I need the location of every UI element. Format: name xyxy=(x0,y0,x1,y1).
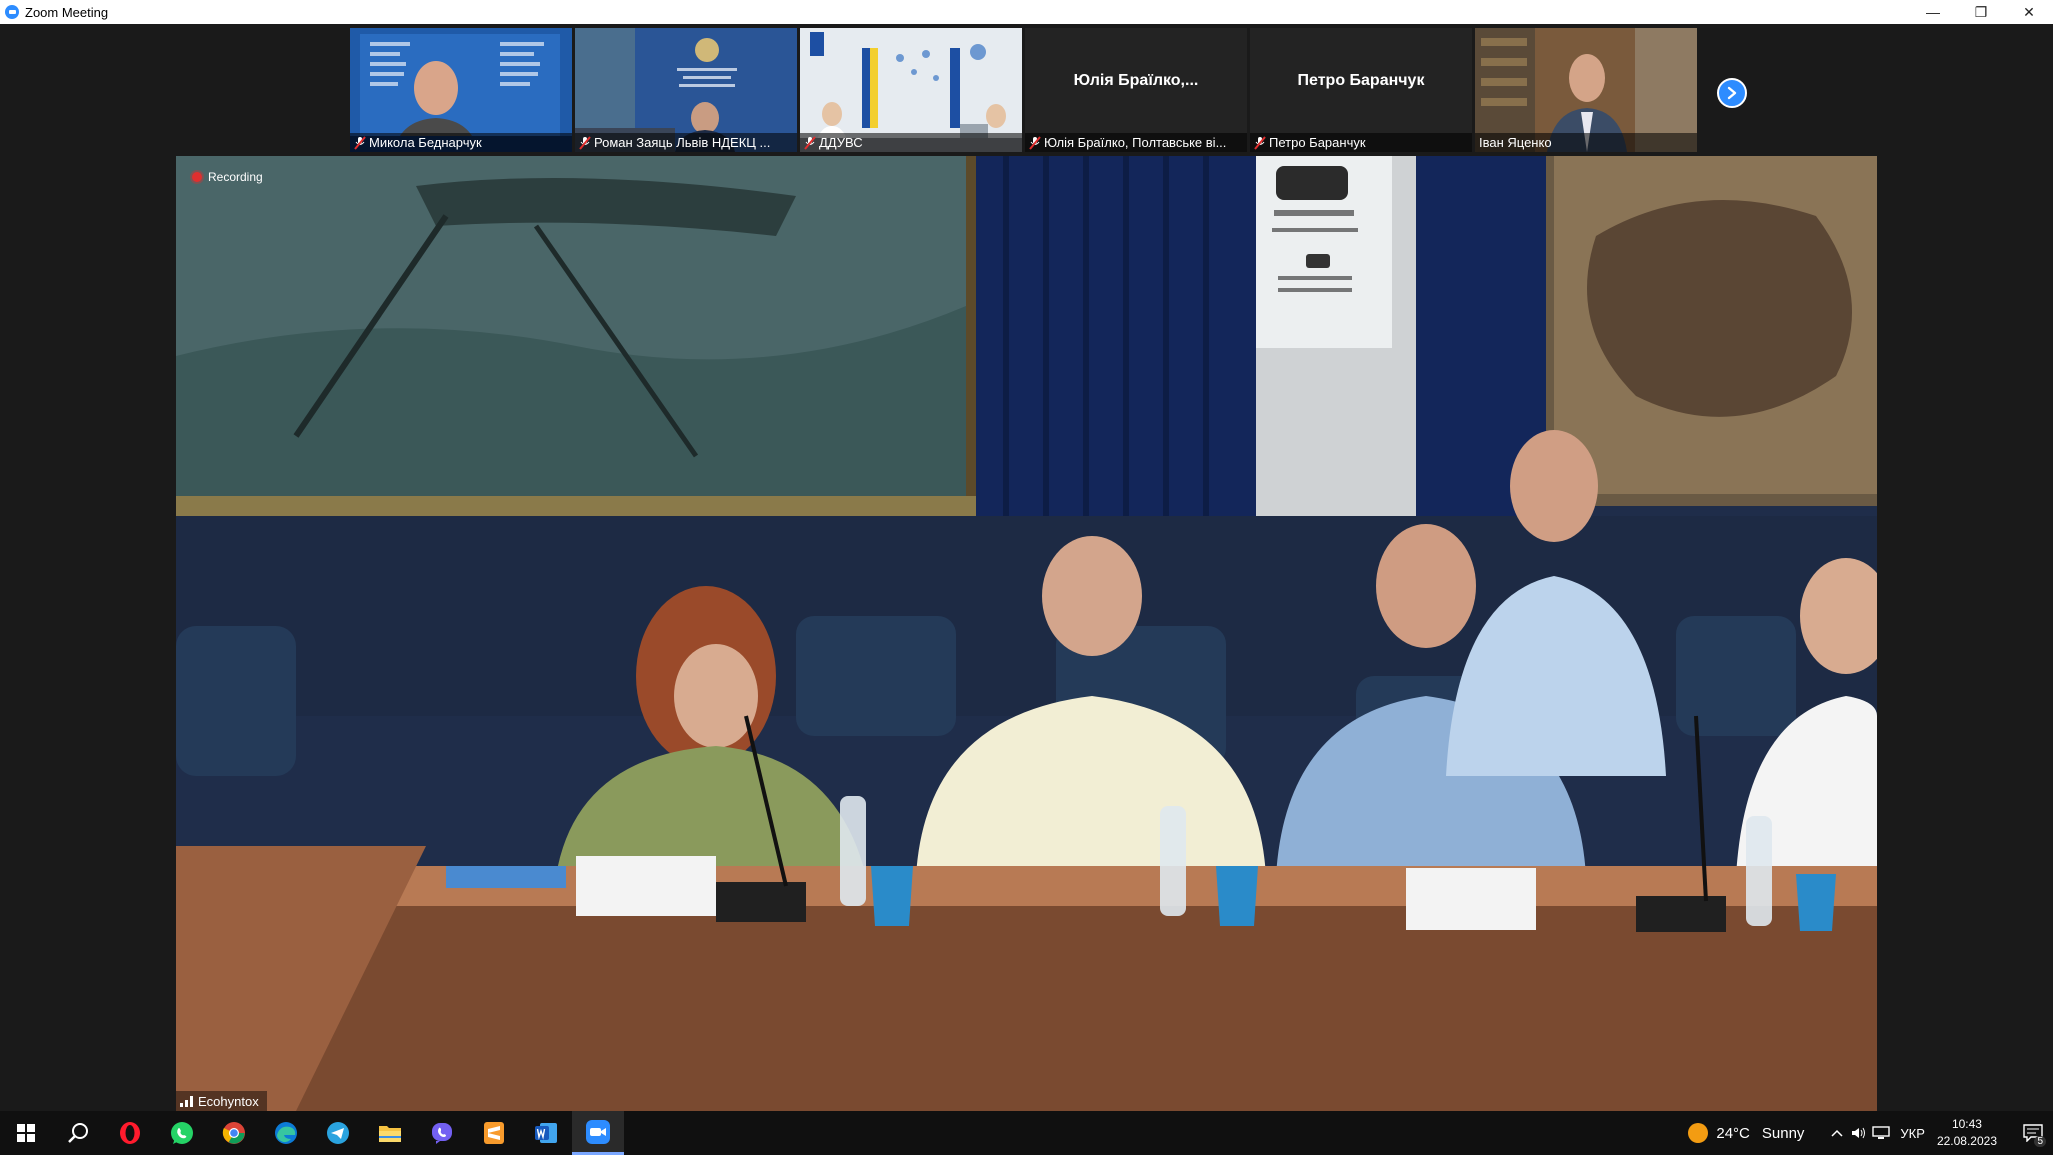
active-speaker-video[interactable]: Recording Ecohyntox xyxy=(176,156,1877,1111)
muted-mic-icon xyxy=(1029,135,1041,150)
active-speaker-name: Ecohyntox xyxy=(198,1093,259,1109)
taskbar-app-chrome[interactable] xyxy=(208,1111,260,1155)
network-icon xyxy=(1872,1126,1891,1139)
weather-temperature: 24°C xyxy=(1716,1124,1750,1142)
participant-name: ДДУВС xyxy=(819,135,863,150)
participant-tile[interactable]: ДДУВС xyxy=(800,28,1022,152)
sun-icon xyxy=(1688,1123,1709,1143)
taskbar-app-opera[interactable] xyxy=(104,1111,156,1155)
window-controls: — ❐ ✕ xyxy=(1909,0,2053,24)
chrome-icon xyxy=(222,1122,245,1144)
word-icon xyxy=(535,1123,557,1143)
taskbar-app-telegram[interactable] xyxy=(312,1111,364,1155)
participant-display-name: Юлія Браїлко,... xyxy=(1073,72,1199,89)
participant-name-bar: Юлія Браїлко, Полтавське ві... xyxy=(1025,133,1247,152)
weather-widget[interactable]: 24°C Sunny xyxy=(1688,1123,1804,1143)
participant-name: Іван Яценко xyxy=(1479,135,1552,150)
input-language-indicator[interactable]: УКР xyxy=(1900,1126,1925,1141)
close-button[interactable]: ✕ xyxy=(2005,0,2053,24)
taskbar-app-word[interactable] xyxy=(520,1111,572,1155)
participant-name-bar: Роман Заяць Львів НДЕКЦ ... xyxy=(575,133,797,152)
sublime-text-icon xyxy=(484,1122,504,1144)
recording-label: Recording xyxy=(208,170,263,184)
taskbar-app-sublime[interactable] xyxy=(468,1111,520,1155)
taskbar-clock[interactable]: 10:43 22.08.2023 xyxy=(1937,1116,1997,1150)
show-hidden-icons-button[interactable] xyxy=(1826,1111,1848,1155)
participant-name: Микола Беднарчук xyxy=(369,135,482,150)
taskbar-app-whatsapp[interactable] xyxy=(156,1111,208,1155)
restore-button[interactable]: ❐ xyxy=(1957,0,2005,24)
chevron-right-icon xyxy=(1727,86,1737,100)
participant-name: Петро Баранчук xyxy=(1269,135,1366,150)
participant-tile[interactable]: Микола Беднарчук xyxy=(350,28,572,152)
muted-mic-icon xyxy=(579,135,591,150)
volume-button[interactable] xyxy=(1848,1111,1870,1155)
participant-tile[interactable]: Юлія Браїлко,... Юлія Браїлко, Полтавськ… xyxy=(1025,28,1247,152)
participant-name-bar: ДДУВС xyxy=(800,133,1022,152)
chevron-up-icon xyxy=(1831,1129,1843,1137)
participant-name-bar: Петро Баранчук xyxy=(1250,133,1472,152)
search-icon xyxy=(68,1123,88,1143)
window-titlebar: Zoom Meeting — ❐ ✕ xyxy=(0,0,2053,24)
next-page-button[interactable] xyxy=(1717,78,1747,108)
windows-taskbar: 24°C Sunny УКР 10:43 22.08.2023 5 xyxy=(0,1111,2053,1155)
muted-mic-icon xyxy=(804,135,816,150)
participant-name-bar: Іван Яценко xyxy=(1475,133,1697,152)
taskbar-app-file-explorer[interactable] xyxy=(364,1111,416,1155)
notification-count: 5 xyxy=(2034,1136,2046,1147)
active-speaker-name-bar: Ecohyntox xyxy=(176,1091,267,1111)
speaker-icon xyxy=(1852,1127,1866,1139)
whatsapp-icon xyxy=(171,1122,193,1144)
participant-name: Юлія Браїлко, Полтавське ві... xyxy=(1044,135,1227,150)
folder-icon xyxy=(379,1126,401,1142)
opera-icon xyxy=(120,1122,140,1144)
participant-tile[interactable]: Іван Яценко xyxy=(1475,28,1697,152)
clock-time: 10:43 xyxy=(1951,1117,1982,1131)
conference-room-scene xyxy=(176,156,1877,1111)
edge-icon xyxy=(275,1122,297,1144)
viber-icon xyxy=(432,1123,452,1144)
muted-mic-icon xyxy=(1254,135,1266,150)
taskbar-app-viber[interactable] xyxy=(416,1111,468,1155)
network-button[interactable] xyxy=(1870,1111,1892,1155)
participant-tile[interactable]: Роман Заяць Львів НДЕКЦ ... xyxy=(575,28,797,152)
notification-center-button[interactable]: 5 xyxy=(2013,1111,2053,1155)
search-button[interactable] xyxy=(52,1111,104,1155)
windows-logo-icon xyxy=(17,1124,35,1142)
telegram-icon xyxy=(327,1122,349,1144)
zoom-icon xyxy=(586,1119,610,1144)
signal-strength-icon xyxy=(180,1096,193,1107)
weather-condition: Sunny xyxy=(1761,1124,1805,1142)
system-tray: 24°C Sunny УКР 10:43 22.08.2023 5 xyxy=(1688,1111,2053,1155)
start-button[interactable] xyxy=(0,1111,52,1155)
taskbar-app-edge[interactable] xyxy=(260,1111,312,1155)
zoom-app-icon xyxy=(5,5,19,19)
window-title: Zoom Meeting xyxy=(25,4,109,20)
minimize-button[interactable]: — xyxy=(1909,0,1957,24)
participant-name: Роман Заяць Львів НДЕКЦ ... xyxy=(594,135,771,150)
clock-date: 22.08.2023 xyxy=(1936,1134,1997,1148)
recording-indicator: Recording xyxy=(192,170,263,184)
participant-strip: Микола Беднарчук Роман Заяць Львів НДЕКЦ… xyxy=(350,28,1697,152)
participant-tile[interactable]: Петро Баранчук Петро Баранчук xyxy=(1250,28,1472,152)
muted-mic-icon xyxy=(354,135,366,150)
taskbar-app-zoom[interactable] xyxy=(572,1111,624,1155)
meeting-area: Микола Беднарчук Роман Заяць Львів НДЕКЦ… xyxy=(0,24,2053,1111)
recording-dot-icon xyxy=(192,172,202,182)
participant-display-name: Петро Баранчук xyxy=(1297,72,1425,89)
participant-name-bar: Микола Беднарчук xyxy=(350,133,572,152)
